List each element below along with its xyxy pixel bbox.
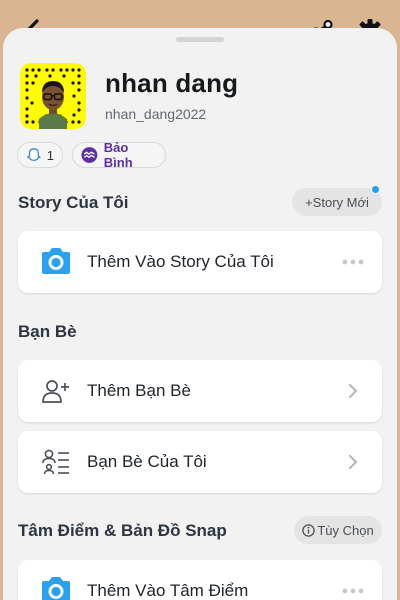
add-to-spotlight-card[interactable]: Thêm Vào Tâm Điểm (18, 560, 382, 600)
add-to-my-story-card[interactable]: Thêm Vào Story Của Tôi (18, 231, 382, 293)
display-name: nhan dang (105, 68, 239, 98)
camera-icon (42, 577, 70, 600)
chevron-right-button (342, 380, 364, 402)
zodiac-pill[interactable]: Bảo Bình (72, 140, 166, 170)
drag-handle[interactable] (176, 37, 224, 42)
story-section-title: Story Của Tôi (18, 193, 129, 212)
options-label: Tùy Chọn (317, 522, 374, 538)
friends-count-pill[interactable]: 1 (17, 142, 63, 168)
my-friends-label: Bạn Bè Của Tôi (87, 452, 207, 471)
camera-icon (42, 248, 70, 274)
add-friend-icon (42, 380, 69, 403)
spotlight-section-title: Tâm Điểm & Bản Đồ Snap (18, 521, 227, 540)
add-friends-label: Thêm Bạn Bè (87, 381, 191, 400)
chevron-right-button (342, 451, 364, 473)
aquarius-icon (81, 147, 98, 163)
add-friend-icon-wrap (38, 374, 74, 408)
bitmoji-avatar (39, 81, 67, 129)
camera-icon-wrap (38, 574, 74, 600)
username: nhan_dang2022 (105, 106, 207, 122)
more-options-button[interactable] (342, 251, 364, 273)
my-friends-card[interactable]: Bạn Bè Của Tôi (18, 431, 382, 493)
friends-list-icon-wrap (38, 445, 74, 479)
chevron-right-icon (348, 454, 358, 470)
profile-sheet: nhan dang nhan_dang2022 1 Bảo Bình Story… (3, 28, 397, 600)
new-story-label: +Story Mới (305, 194, 369, 210)
more-horizontal-icon (342, 259, 364, 265)
friends-count: 1 (46, 147, 54, 163)
friends-list-icon (42, 449, 69, 475)
add-to-spotlight-label: Thêm Vào Tâm Điểm (87, 581, 249, 600)
zodiac-label: Bảo Bình (103, 140, 133, 170)
snapcode[interactable] (20, 63, 86, 129)
info-icon (302, 523, 316, 537)
more-horizontal-icon (342, 588, 364, 594)
add-to-my-story-label: Thêm Vào Story Của Tôi (87, 252, 274, 271)
new-story-button[interactable]: +Story Mới (292, 185, 382, 216)
options-button[interactable]: Tùy Chọn (294, 516, 382, 544)
camera-icon-wrap (38, 245, 74, 279)
add-friends-card[interactable]: Thêm Bạn Bè (18, 360, 382, 422)
chevron-right-icon (348, 383, 358, 399)
ghost-icon (27, 148, 41, 161)
notification-dot (371, 185, 380, 194)
friends-section-title: Bạn Bè (18, 322, 77, 341)
more-options-button[interactable] (342, 580, 364, 600)
